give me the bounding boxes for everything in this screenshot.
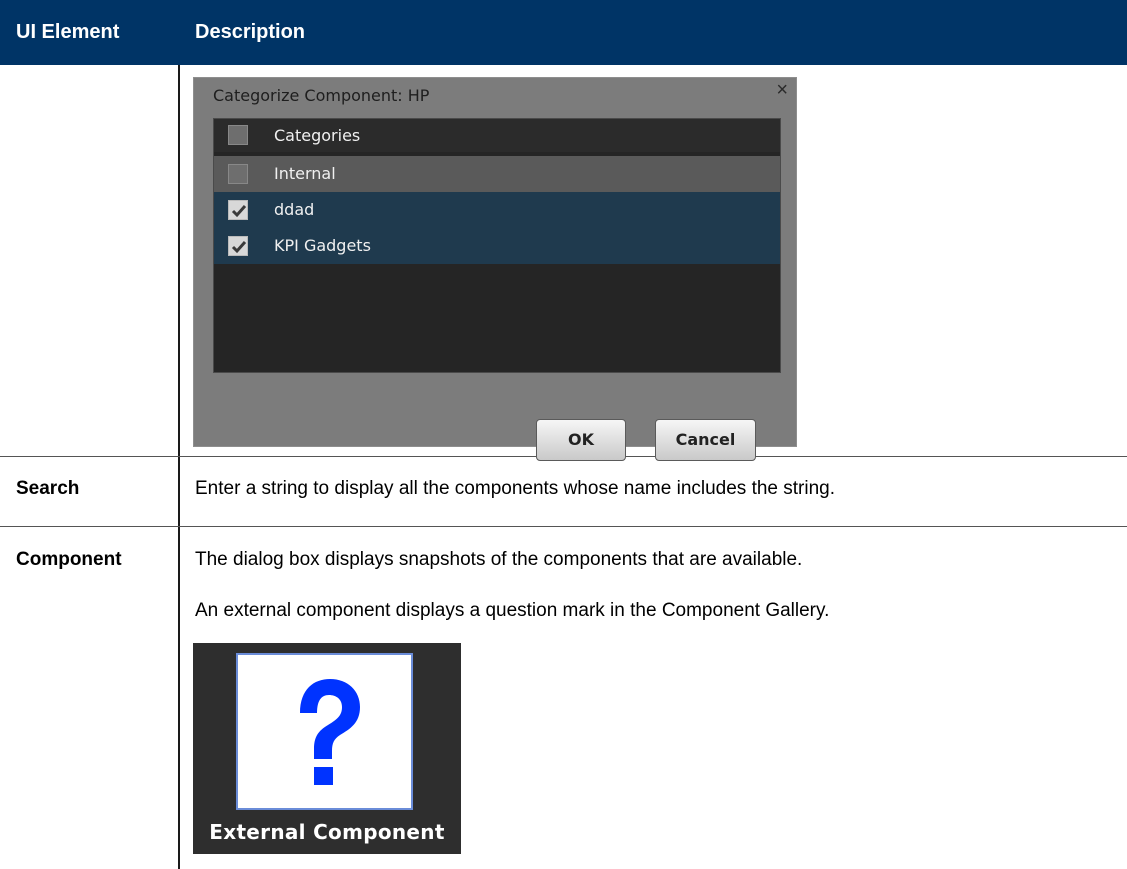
question-mark-icon bbox=[300, 679, 360, 785]
row-label-component: Component bbox=[16, 549, 122, 570]
row-label-search: Search bbox=[16, 478, 80, 499]
close-icon[interactable]: × bbox=[776, 79, 788, 102]
row-divider bbox=[0, 526, 1127, 527]
categorize-dialog: Categorize Component: HP × Categories In… bbox=[193, 77, 797, 461]
category-label: ddad bbox=[274, 200, 315, 219]
table-header: UI Element Description bbox=[0, 0, 1127, 65]
row-description-search: Enter a string to display all the compon… bbox=[195, 478, 836, 499]
external-component-thumbnail: External Component bbox=[193, 643, 461, 854]
list-item[interactable]: ddad bbox=[214, 192, 780, 228]
header-ui-element: UI Element bbox=[16, 21, 120, 43]
external-component-label: External Component bbox=[209, 820, 445, 844]
dialog-title: Categorize Component: HP bbox=[213, 86, 430, 105]
column-divider bbox=[178, 65, 180, 869]
select-all-checkbox[interactable] bbox=[228, 125, 248, 145]
header-description: Description bbox=[195, 21, 306, 43]
thumbnail-card bbox=[236, 653, 413, 810]
list-item[interactable]: Internal bbox=[214, 156, 780, 192]
list-item[interactable]: KPI Gadgets bbox=[214, 228, 780, 264]
cancel-button[interactable]: Cancel bbox=[655, 419, 756, 461]
category-label: KPI Gadgets bbox=[274, 236, 371, 255]
categories-list: Categories Internal ddad KPI Gadgets bbox=[213, 118, 781, 373]
list-header-label: Categories bbox=[274, 126, 361, 145]
row-description-component: The dialog box displays snapshots of the… bbox=[195, 549, 803, 570]
ok-button[interactable]: OK bbox=[536, 419, 626, 461]
category-checkbox[interactable] bbox=[228, 164, 248, 184]
checkmark-icon bbox=[231, 205, 247, 218]
checkmark-icon bbox=[231, 241, 247, 254]
row-description-external: An external component displays a questio… bbox=[195, 600, 830, 621]
category-label: Internal bbox=[274, 164, 336, 183]
category-checkbox[interactable] bbox=[228, 236, 248, 256]
category-checkbox[interactable] bbox=[228, 200, 248, 220]
list-header: Categories bbox=[214, 119, 780, 152]
